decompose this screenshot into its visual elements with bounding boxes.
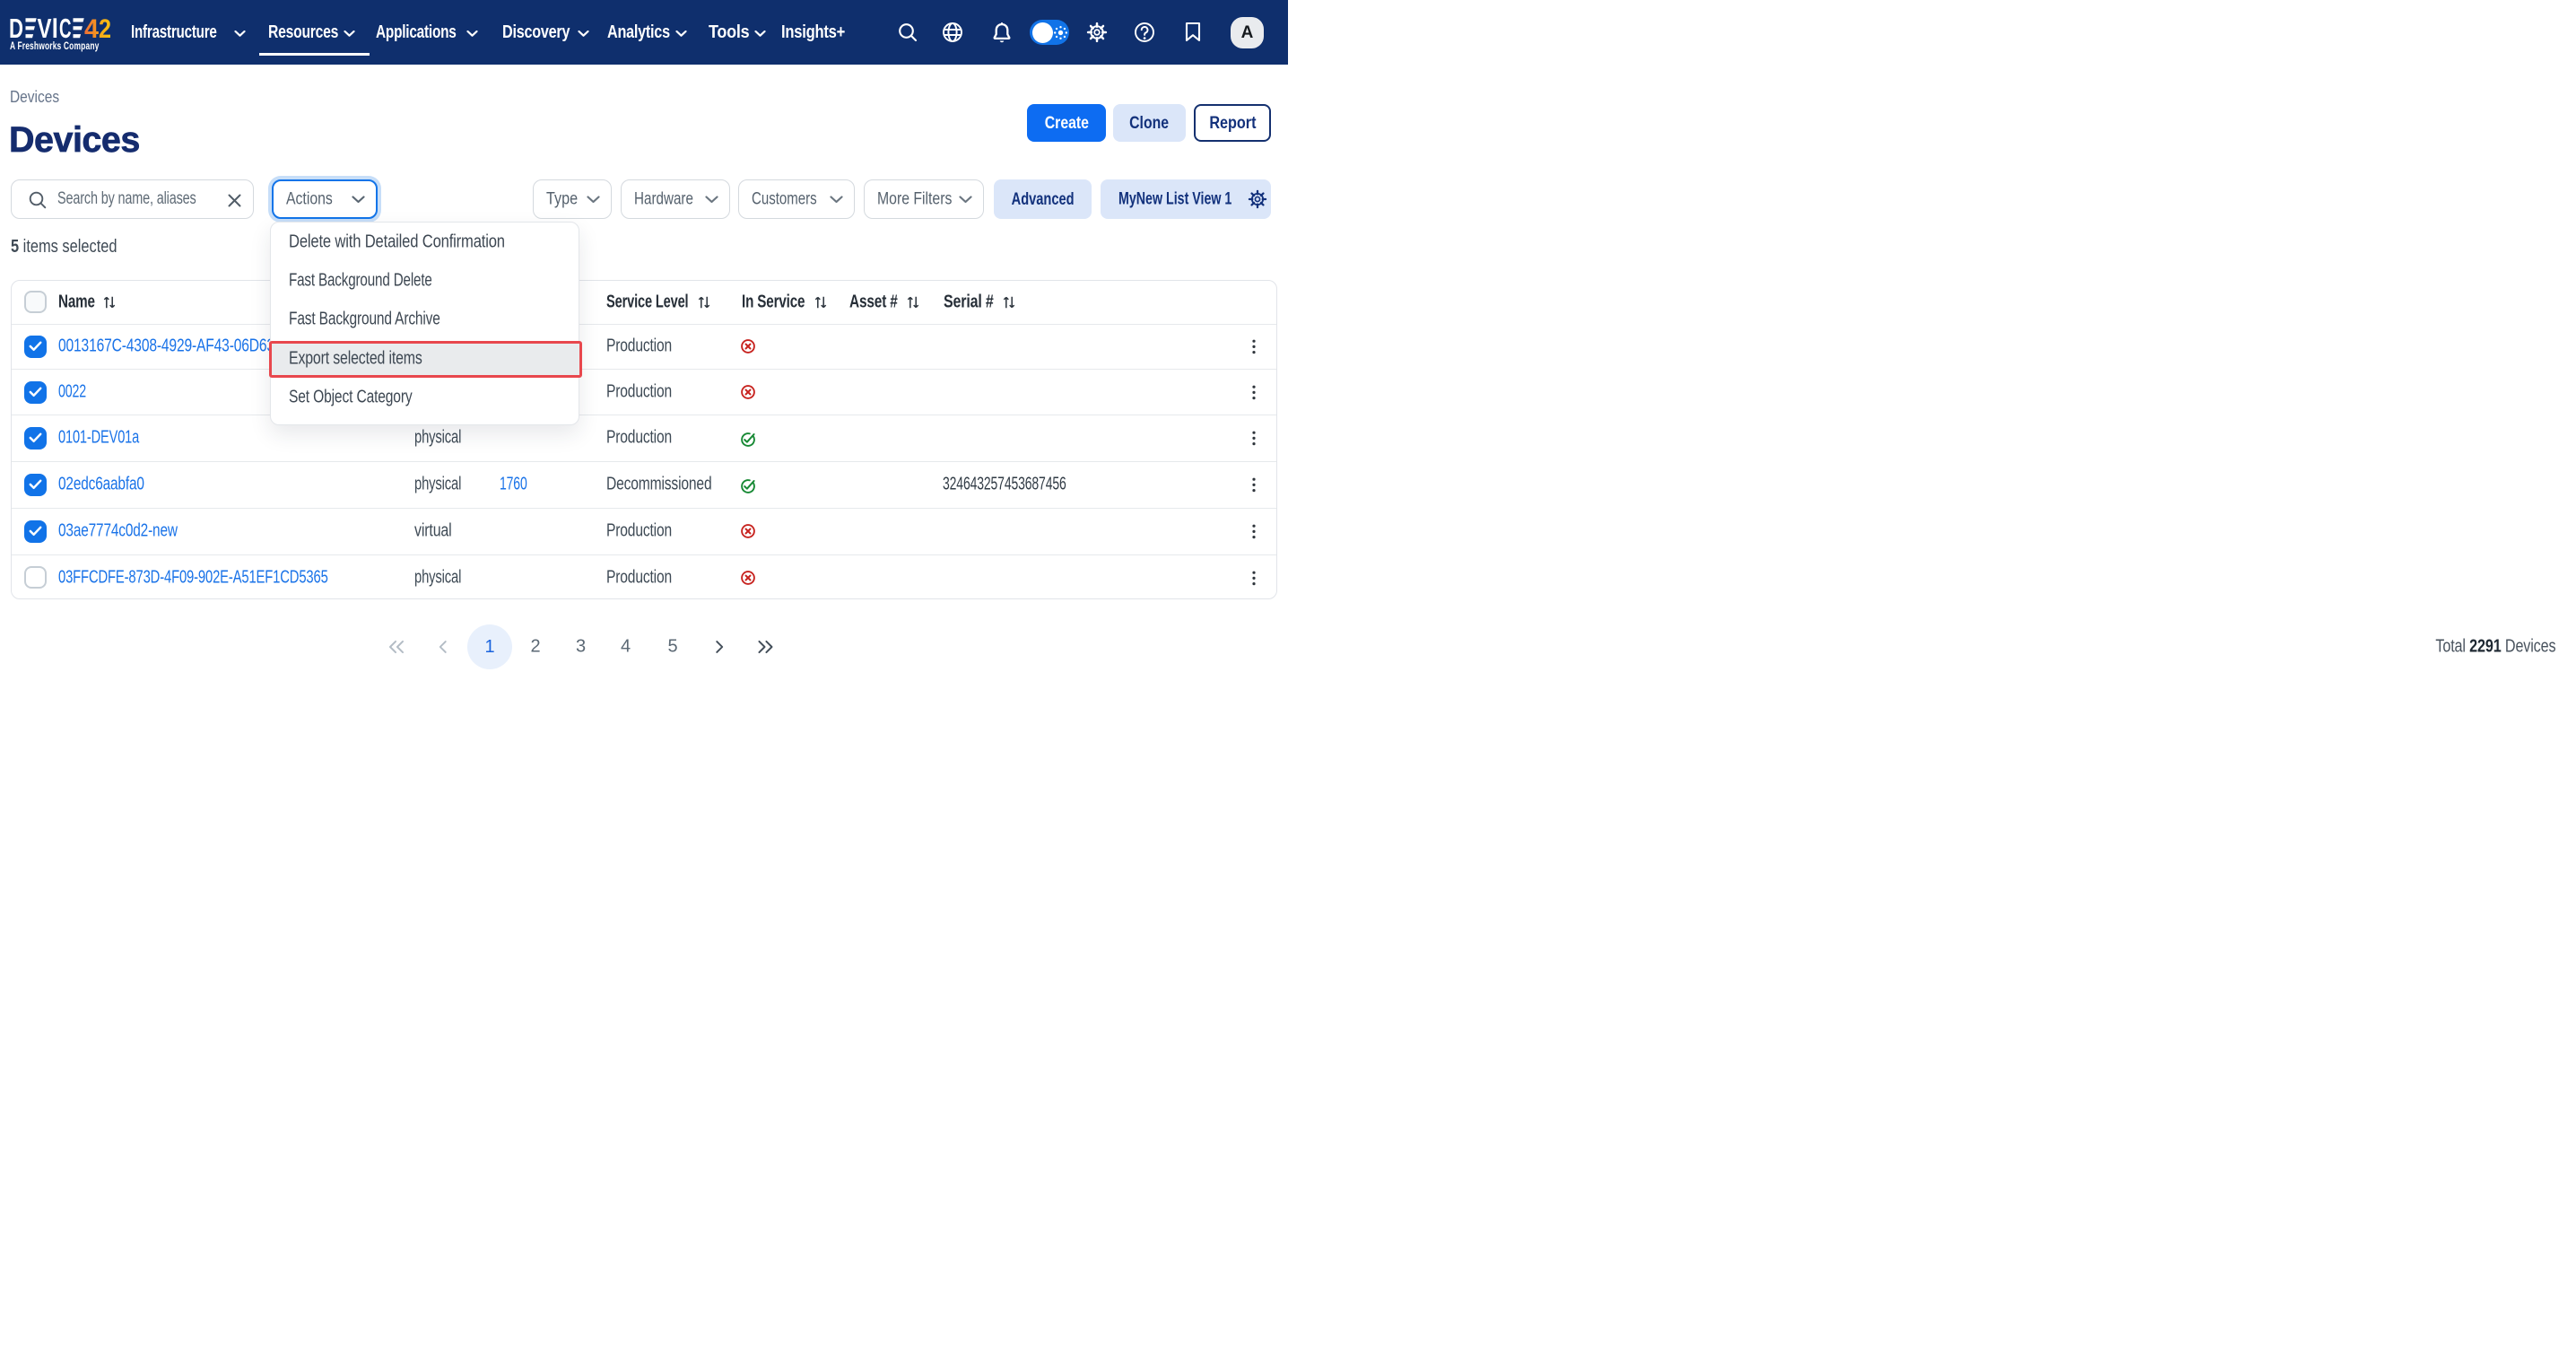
svg-text:2: 2 xyxy=(99,18,111,39)
svg-text:C: C xyxy=(59,18,72,39)
svg-text:V: V xyxy=(38,18,53,39)
svg-text:4: 4 xyxy=(84,18,99,39)
svg-text:D: D xyxy=(9,18,23,39)
